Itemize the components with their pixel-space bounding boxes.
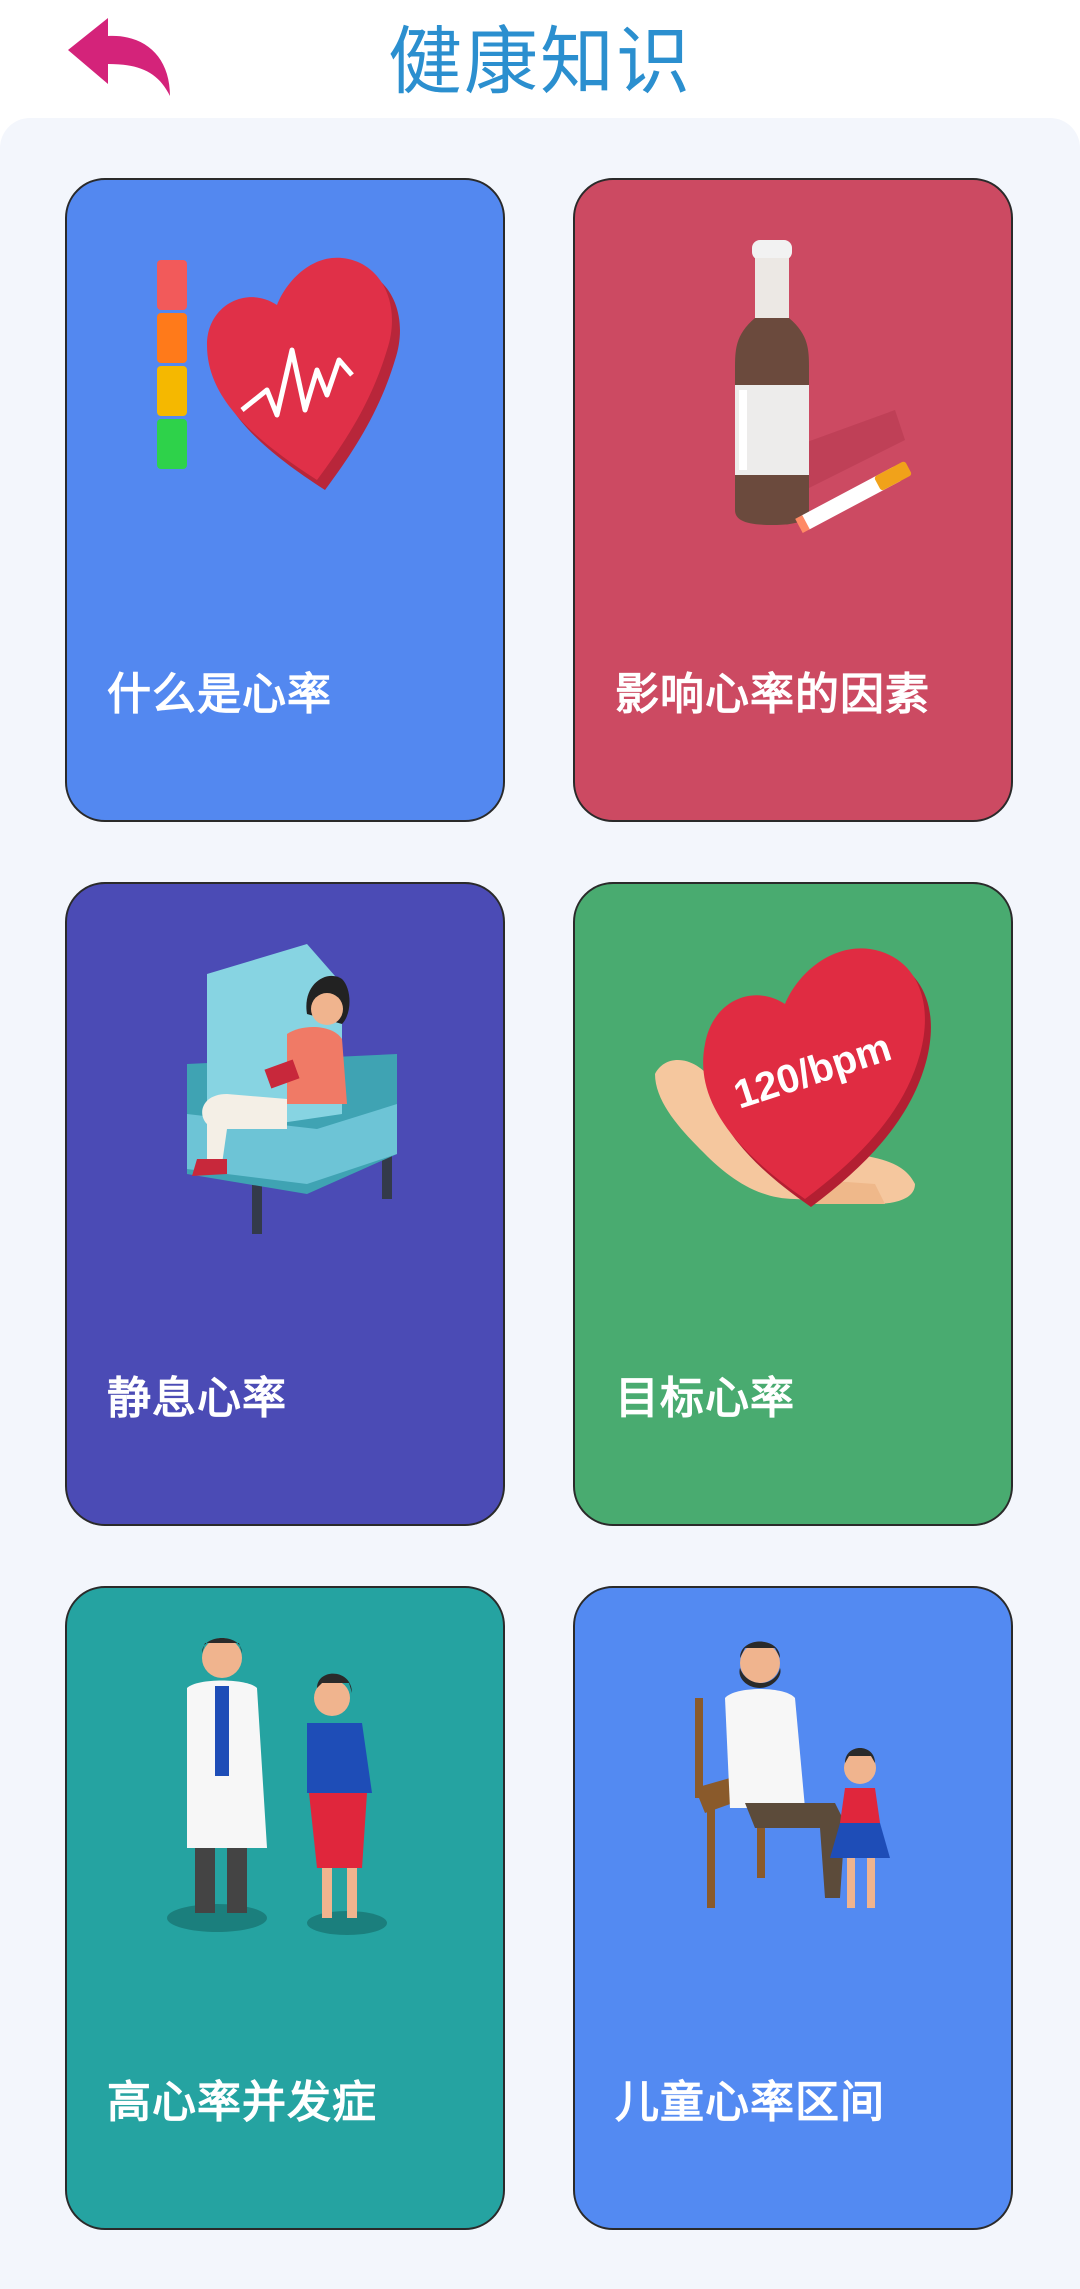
doctor-child-icon	[695, 1641, 890, 1908]
woman-reading-chair-icon	[187, 944, 397, 1234]
card-what-is-heart-rate[interactable]: 什么是心率	[65, 178, 505, 822]
card-label: 静息心率	[107, 1373, 287, 1424]
bottle-cigarette-icon	[735, 240, 912, 533]
card-label: 目标心率	[615, 1373, 795, 1424]
card-target-heart-rate[interactable]: 120/bpm 目标心率	[573, 882, 1013, 1526]
page-title: 健康知识	[388, 19, 692, 105]
card-label: 影响心率的因素	[615, 669, 930, 720]
card-label: 什么是心率	[107, 669, 332, 720]
card-resting-heart-rate[interactable]: 静息心率	[65, 882, 505, 1526]
card-label: 高心率并发症	[107, 2077, 377, 2128]
card-high-heart-rate-complications[interactable]: 高心率并发症	[65, 1586, 505, 2230]
heart-rate-meter-icon	[157, 257, 400, 490]
card-factors[interactable]: 影响心率的因素	[573, 178, 1013, 822]
card-label: 儿童心率区间	[615, 2077, 885, 2128]
card-child-heart-rate-range[interactable]: 儿童心率区间	[573, 1586, 1013, 2230]
doctor-patient-icon	[167, 1638, 387, 1935]
heart-in-hand-icon: 120/bpm	[655, 948, 931, 1207]
header: 健康知识	[0, 0, 1080, 118]
